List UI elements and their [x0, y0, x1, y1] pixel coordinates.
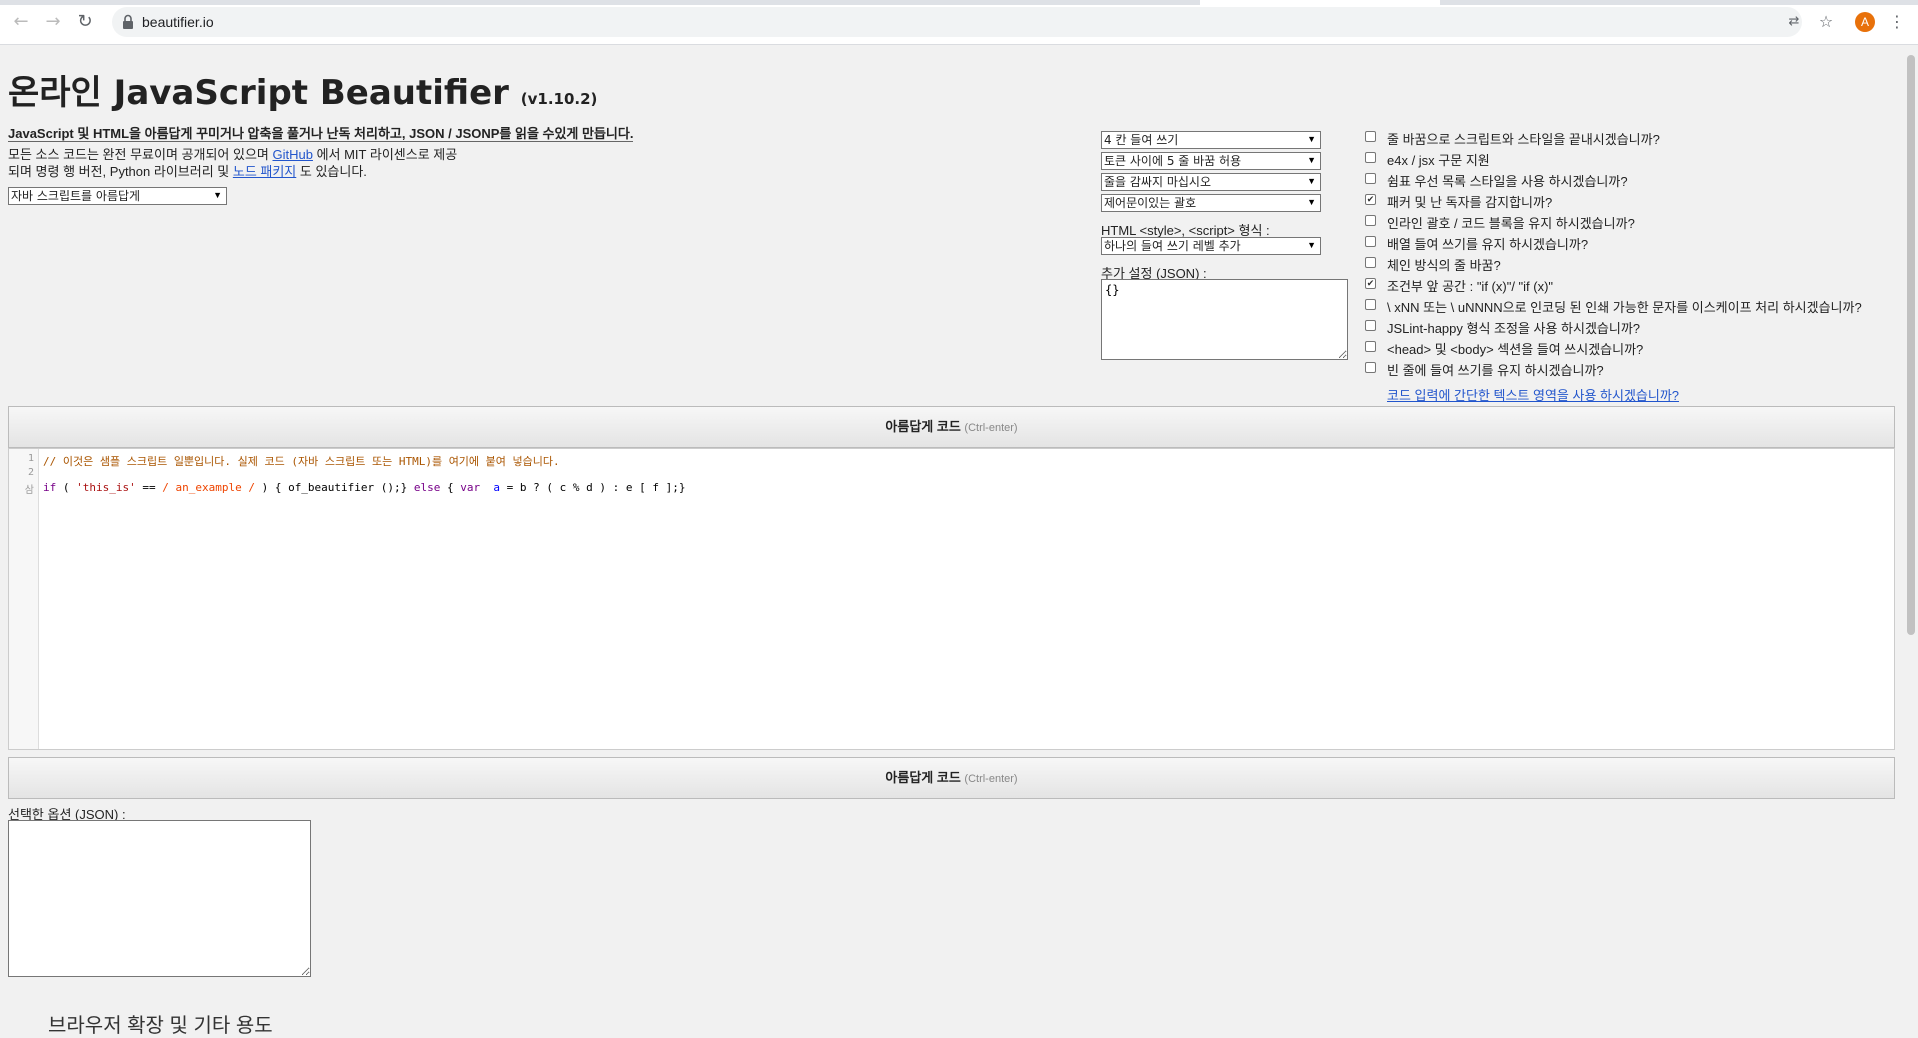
code-token: ( — [56, 481, 77, 494]
checkbox-label: <head> 및 <body> 섹션을 들여 쓰시겠습니까? — [1387, 342, 1644, 357]
intro-part: 에서 MIT 라이센스로 제공 — [312, 147, 458, 162]
brace-select-wrapper: 제어문이있는 괄호 — [1101, 194, 1321, 212]
html-select-wrapper: 하나의 들여 쓰기 레벨 추가 — [1101, 237, 1321, 255]
checkbox-label: 체인 방식의 줄 바꿈? — [1387, 258, 1501, 273]
code-token: / an_example / — [162, 481, 255, 494]
back-icon[interactable]: ← — [10, 11, 32, 33]
language-select[interactable]: 자바 스크립트를 아름답게 — [8, 187, 227, 205]
shortcut-hint: (Ctrl-enter) — [964, 773, 1018, 785]
code-token: { — [440, 481, 461, 494]
page-content: 온라인 JavaScript Beautifier (v1.10.2) Java… — [0, 45, 1904, 1037]
checkbox-label: e4x / jsx 구문 지원 — [1387, 153, 1490, 168]
checkbox-label: 배열 들여 쓰기를 유지 하시겠습니까? — [1387, 237, 1589, 252]
checkbox[interactable] — [1365, 236, 1376, 247]
lock-icon — [123, 14, 133, 29]
extensions-heading: 브라우저 확장 및 기타 용도 — [48, 1015, 273, 1037]
simple-textarea-link[interactable]: 코드 입력에 간단한 텍스트 영역을 사용 하시겠습니까? — [1387, 385, 1679, 404]
beautify-button-label: 아름답게 코드 — [885, 770, 961, 785]
translate-icon[interactable]: ⇄ — [1783, 11, 1805, 33]
version-label: (v1.10.2) — [520, 90, 598, 108]
checkbox[interactable] — [1365, 362, 1376, 373]
avatar[interactable]: A — [1855, 12, 1875, 32]
active-tab[interactable] — [1200, 0, 1440, 5]
checkbox-label: 조건부 앞 공간 : "if (x)"/ "if (x)" — [1387, 279, 1554, 294]
newlines-select-wrapper: 토큰 사이에 5 줄 바꿈 허용 — [1101, 152, 1321, 170]
checkbox[interactable] — [1365, 215, 1376, 226]
checkbox-label: \ xNN 또는 \ uNNNN으로 인코딩 된 인쇄 가능한 문자를 이스케이… — [1387, 300, 1862, 315]
intro-text: 모든 소스 코드는 완전 무료이며 공개되어 있으며 GitHub 에서 MIT… — [8, 146, 508, 180]
code-token: = b ? ( c % d ) : e [ f ];} — [500, 481, 686, 494]
page-title: 온라인 JavaScript Beautifier (v1.10.2) — [8, 65, 597, 114]
html-indent-select[interactable]: 하나의 들여 쓰기 레벨 추가 — [1101, 237, 1321, 255]
code-token: var — [460, 481, 481, 494]
code-line-3: if ( 'this_is' == / an_example / ) { of_… — [43, 481, 685, 494]
code-editor[interactable]: 1 2 삼 // 이것은 샘플 스크립트 일뿐입니다. 실제 코드 (자바 스크… — [8, 448, 1895, 750]
checkbox-label: JSLint-happy 형식 조정을 사용 하시겠습니까? — [1387, 321, 1641, 336]
intro-part: 되며 명령 행 버전, Python 라이브러리 및 — [8, 164, 233, 179]
checkbox-label: 패커 및 난 독자를 감지합니까? — [1387, 195, 1553, 210]
checkbox-checked[interactable]: ✔ — [1365, 194, 1376, 205]
checkbox[interactable] — [1365, 131, 1376, 142]
beautify-button-bottom[interactable]: 아름답게 코드 (Ctrl-enter) — [8, 757, 1895, 799]
checkbox[interactable] — [1365, 320, 1376, 331]
url-text[interactable]: beautifier.io — [142, 14, 214, 30]
title-text: 온라인 JavaScript Beautifier — [8, 73, 509, 113]
line-number: 2 — [27, 467, 34, 478]
checkbox[interactable] — [1365, 257, 1376, 268]
beautify-button-top[interactable]: 아름답게 코드 (Ctrl-enter) — [8, 406, 1895, 448]
code-token: if — [43, 481, 57, 494]
star-icon[interactable]: ☆ — [1815, 11, 1837, 33]
checkbox[interactable] — [1365, 299, 1376, 310]
line-number: 삼 — [24, 485, 34, 496]
github-link[interactable]: GitHub — [272, 147, 312, 162]
indent-select-wrapper: 4 칸 들여 쓰기 — [1101, 131, 1321, 149]
checkbox-checked[interactable]: ✔ — [1365, 278, 1376, 289]
intro-part: 도 있습니다. — [296, 164, 367, 179]
beautify-button-label: 아름답게 코드 — [885, 419, 961, 434]
line-number-gutter: 1 2 삼 — [9, 449, 39, 749]
intro-part: 모든 소스 코드는 완전 무료이며 공개되어 있으며 — [8, 147, 273, 162]
scrollbar-thumb[interactable] — [1907, 55, 1915, 635]
checkbox-label: 줄 바꿈으로 스크립트와 스타일을 끝내시겠습니까? — [1387, 132, 1660, 147]
shortcut-hint: (Ctrl-enter) — [964, 422, 1018, 434]
menu-icon[interactable]: ⋮ — [1886, 11, 1908, 33]
checkbox-label: 인라인 괄호 / 코드 블록을 유지 하시겠습니까? — [1387, 216, 1635, 231]
line-number: 1 — [27, 453, 34, 464]
checkbox[interactable] — [1365, 152, 1376, 163]
selected-options-output[interactable] — [8, 820, 311, 977]
newlines-select[interactable]: 토큰 사이에 5 줄 바꿈 허용 — [1101, 152, 1321, 170]
checkbox[interactable] — [1365, 173, 1376, 184]
browser-toolbar: ← → ↻ beautifier.io ⇄ ☆ A ⋮ — [0, 0, 1918, 45]
code-token: else — [413, 481, 441, 494]
code-line-1: // 이것은 샘플 스크립트 일뿐입니다. 실제 코드 (자바 스크립트 또는 … — [43, 455, 560, 468]
reload-icon[interactable]: ↻ — [74, 11, 96, 33]
wrap-select[interactable]: 줄을 감싸지 마십시오 — [1101, 173, 1321, 191]
node-package-link[interactable]: 노드 패키지 — [233, 164, 296, 179]
tab-strip — [0, 0, 1918, 5]
extra-settings-input[interactable]: {} — [1101, 279, 1348, 360]
code-token: == — [135, 481, 163, 494]
language-select-wrapper: 자바 스크립트를 아름답게 — [8, 187, 227, 205]
tagline: JavaScript 및 HTML을 아름답게 꾸미거나 압축을 풀거나 난독 … — [8, 126, 634, 142]
code-token: 'this_is' — [76, 481, 136, 494]
checkbox-label: 쉼표 우선 목록 스타일을 사용 하시겠습니까? — [1387, 174, 1628, 189]
code-token: ) { of_beautifier ();} — [254, 481, 414, 494]
page-scrollbar[interactable] — [1904, 45, 1918, 1021]
checkbox[interactable] — [1365, 341, 1376, 352]
checkbox-label: 빈 줄에 들여 쓰기를 유지 하시겠습니까? — [1387, 363, 1604, 378]
forward-icon[interactable]: → — [42, 11, 64, 33]
brace-style-select[interactable]: 제어문이있는 괄호 — [1101, 194, 1321, 212]
address-bar[interactable]: beautifier.io — [112, 7, 1802, 37]
indent-select[interactable]: 4 칸 들여 쓰기 — [1101, 131, 1321, 149]
wrap-select-wrapper: 줄을 감싸지 마십시오 — [1101, 173, 1321, 191]
